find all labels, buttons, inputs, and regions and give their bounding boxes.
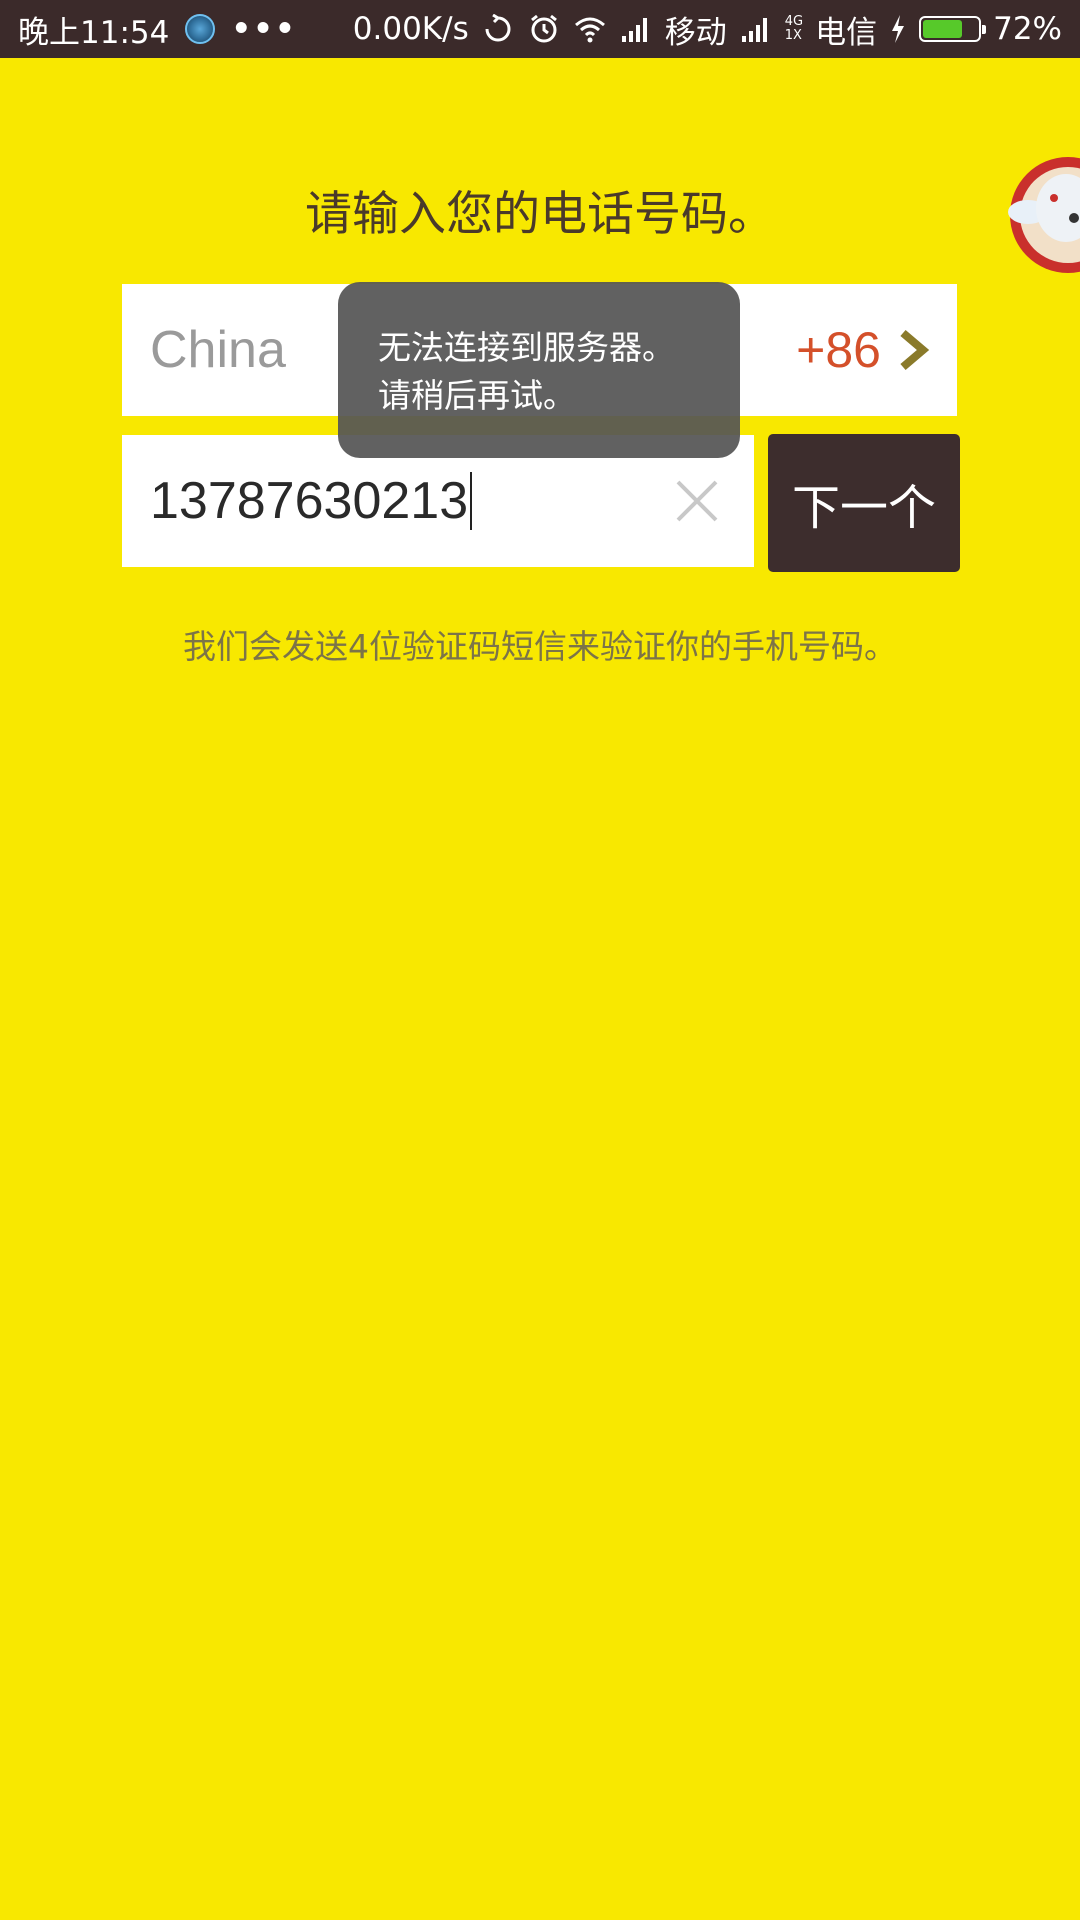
carrier-1: 移动: [664, 14, 727, 51]
toast-line-2: 请稍后再试。: [378, 376, 576, 415]
page-title: 请输入您的电话号码。: [305, 187, 775, 242]
status-time: 晚上11:54: [18, 14, 170, 51]
next-button[interactable]: 下一个: [768, 434, 960, 572]
net-speed: 0.00K/s: [352, 11, 469, 47]
chevron-right-icon: [900, 329, 930, 371]
signal-icon: [741, 18, 767, 42]
network-type: 4G 1X: [785, 15, 803, 43]
carrier-2: 电信: [815, 14, 878, 51]
app-loader-icon: [185, 14, 216, 44]
alarm-icon: [530, 14, 557, 43]
wifi-icon: [574, 17, 605, 43]
text-cursor: [470, 472, 473, 530]
sync-icon: [485, 14, 511, 42]
battery-icon: [919, 16, 987, 42]
more-notifications-icon: •••: [231, 11, 297, 47]
country-code: +86: [796, 322, 881, 378]
country-name: China: [150, 321, 286, 379]
signal-icon: [621, 18, 647, 42]
close-icon[interactable]: [676, 480, 718, 522]
error-toast: 无法连接到服务器。 请稍后再试。: [338, 282, 740, 458]
verification-hint: 我们会发送4位验证码短信来验证你的手机号码。: [183, 627, 897, 666]
mascot-icon: [1008, 157, 1080, 273]
toast-line-1: 无法连接到服务器。: [378, 328, 675, 367]
network-type-top: 4G: [784, 14, 804, 29]
network-type-bottom: 1X: [784, 28, 802, 43]
battery-percent: 72%: [993, 11, 1062, 47]
phone-number-value: 13787630213: [150, 472, 469, 530]
status-bar: 晚上11:54 ••• 0.00K/s 移动 4G 1X 电信 72%: [0, 0, 1080, 58]
battery-tip: [982, 25, 987, 34]
battery-fill: [923, 20, 962, 38]
charging-icon: [892, 15, 905, 43]
